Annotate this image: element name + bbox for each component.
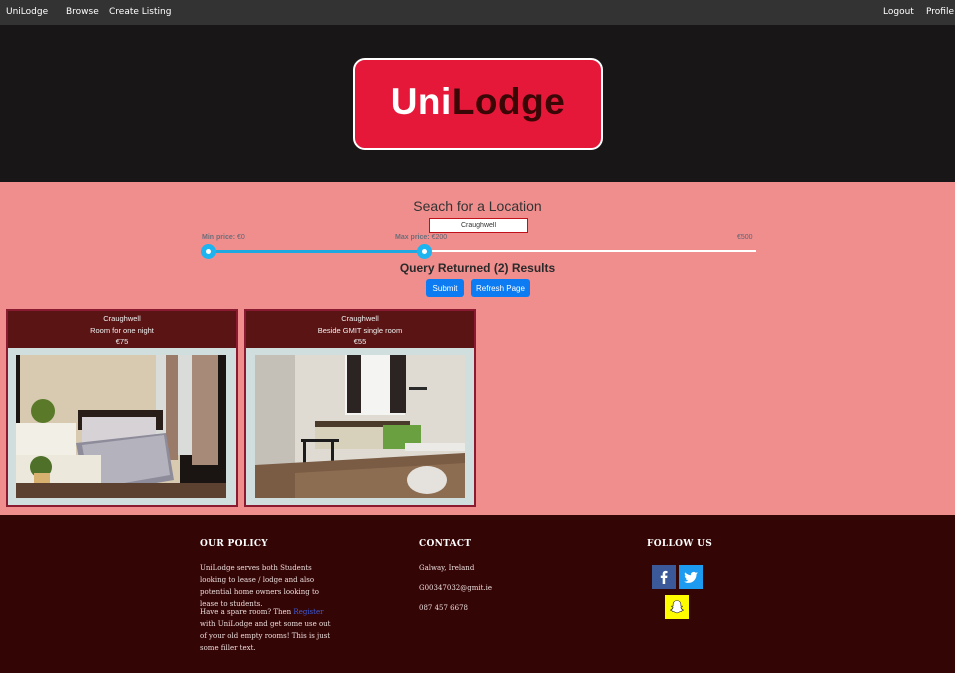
listing-title: Room for one night	[90, 325, 154, 335]
contact-phone: 087 457 6678	[419, 604, 468, 612]
listing-card-header: Craughwell Beside GMIT single room €55	[246, 311, 474, 348]
listing-location: Craughwell	[341, 314, 379, 323]
listing-card[interactable]: Craughwell Beside GMIT single room €55	[244, 309, 476, 507]
listing-photo[interactable]	[255, 355, 465, 498]
policy-text: UniLodge serves both Students looking to…	[200, 564, 319, 608]
create-listing-link[interactable]: Create Listing	[109, 7, 171, 17]
max-price-handle[interactable]	[417, 244, 432, 259]
register-link[interactable]: Register	[293, 608, 323, 616]
contact-heading: CONTACT	[419, 539, 472, 549]
min-price-label: Min price: €0	[202, 234, 245, 241]
listing-card[interactable]: Craughwell Room for one night €75	[6, 309, 238, 507]
follow-heading: FOLLOW US	[647, 539, 713, 549]
twitter-icon[interactable]	[679, 565, 703, 589]
listing-photo[interactable]	[16, 355, 226, 498]
logo-text-lodge: Lodge	[451, 81, 566, 122]
contact-address: Galway, Ireland	[419, 564, 475, 572]
refresh-page-button[interactable]: Refresh Page	[471, 279, 530, 297]
range-max-label: €500	[737, 234, 753, 241]
logout-link[interactable]: Logout	[883, 7, 914, 17]
browse-link[interactable]: Browse	[66, 7, 99, 17]
listing-location: Craughwell	[103, 314, 141, 323]
logo-text-uni: Uni	[390, 81, 452, 122]
min-price-value: €0	[237, 234, 245, 241]
results-count: Query Returned (2) Results	[399, 261, 556, 275]
top-navbar: UniLodge Browse Create Listing Logout Pr…	[0, 0, 955, 25]
max-price-value: €200	[431, 234, 448, 241]
site-footer: OUR POLICY UniLodge serves both Students…	[0, 515, 955, 673]
listing-card-header: Craughwell Room for one night €75	[8, 311, 236, 348]
snapchat-icon[interactable]	[665, 595, 689, 619]
hero-banner: UniLodge	[0, 25, 955, 182]
listing-title: Beside GMIT single room	[317, 325, 403, 335]
facebook-icon[interactable]	[652, 565, 676, 589]
search-heading: Seach for a Location	[413, 198, 542, 214]
submit-button[interactable]: Submit	[426, 279, 464, 297]
policy-register-text: Have a spare room? Then Register with Un…	[200, 608, 331, 652]
listing-price: €55	[353, 337, 367, 346]
listing-price: €75	[115, 337, 129, 346]
price-slider-range	[209, 250, 425, 253]
max-price-label: Max price: €200	[395, 234, 448, 241]
site-logo: UniLodge	[353, 58, 603, 150]
location-search-input[interactable]	[429, 218, 528, 233]
min-price-handle[interactable]	[201, 244, 216, 259]
contact-email: G00347032@gmit.ie	[419, 584, 492, 592]
policy-heading: OUR POLICY	[200, 539, 269, 549]
brand-link[interactable]: UniLodge	[6, 7, 48, 17]
profile-link[interactable]: Profile	[926, 7, 954, 17]
